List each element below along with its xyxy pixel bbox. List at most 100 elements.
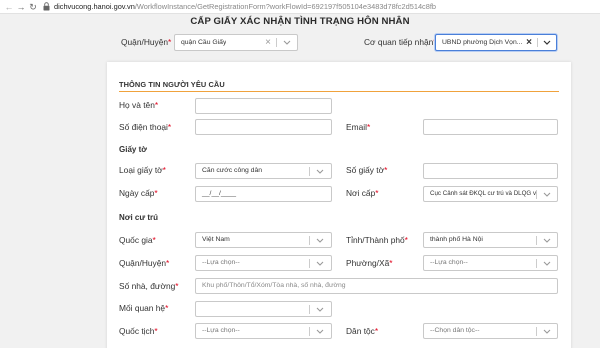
ward-label-text: Phường/Xã <box>346 258 390 268</box>
document-type-label: Loại giấy tờ* <box>119 165 166 175</box>
select-separator <box>309 259 310 268</box>
document-number-input[interactable] <box>423 163 558 179</box>
chevron-down-icon[interactable] <box>541 234 553 247</box>
phone-input[interactable] <box>195 119 332 135</box>
nationality-select[interactable]: --Lựa chọn-- <box>195 323 332 339</box>
required-mark: * <box>384 165 388 175</box>
full-name-input[interactable] <box>195 98 332 114</box>
issue-place-select[interactable]: Cục Cảnh sát ĐKQL cư trú và DLQG v... <box>423 186 558 202</box>
issue-date-label: Ngày cấp* <box>119 188 158 198</box>
ethnicity-select[interactable]: --Chọn dân tộc-- <box>423 323 558 339</box>
chevron-down-icon[interactable] <box>541 188 553 201</box>
nationality-label-text: Quốc tịch <box>119 326 155 336</box>
district-label-text: Quận/Huyện <box>121 37 169 47</box>
issue-place-label-text: Nơi cấp <box>346 188 376 198</box>
agency-label-text: Cơ quan tiếp nhận <box>364 37 434 47</box>
section-divider <box>119 91 559 92</box>
document-number-label: Số giấy tờ* <box>346 165 387 175</box>
residence-district-placeholder: --Lựa chọn-- <box>202 259 240 266</box>
country-value: Việt Nam <box>202 236 230 243</box>
chevron-down-icon[interactable] <box>541 36 553 49</box>
chevron-down-icon[interactable] <box>541 325 553 338</box>
ethnicity-label: Dân tộc* <box>346 326 378 336</box>
relationship-label: Mối quan hệ* <box>119 303 168 313</box>
chevron-down-icon[interactable] <box>314 303 326 316</box>
country-label-text: Quốc gia <box>119 235 153 245</box>
nationality-label: Quốc tịch* <box>119 326 158 336</box>
district-select[interactable]: quận Cầu Giấy × <box>174 34 298 51</box>
district-select-value: quận Cầu Giấy <box>181 39 227 46</box>
url-field[interactable]: dichvucong.hanoi.gov.vn/WorkflowInstance… <box>54 2 436 11</box>
back-arrow-icon[interactable]: ← <box>3 0 15 14</box>
select-separator <box>309 305 310 314</box>
chevron-down-icon[interactable] <box>281 36 293 49</box>
select-separator <box>536 259 537 268</box>
url-path: /WorkflowInstance/GetRegistrationForm?wo… <box>134 2 437 11</box>
country-select[interactable]: Việt Nam <box>195 232 332 248</box>
email-input[interactable] <box>423 119 558 135</box>
email-label-text: Email <box>346 122 367 132</box>
street-input[interactable]: Khu phố/Thôn/Tổ/Xóm/Tòa nhà, số nhà, đườ… <box>195 278 558 294</box>
issue-date-label-text: Ngày cấp <box>119 188 155 198</box>
required-mark: * <box>175 281 179 291</box>
select-separator <box>536 327 537 336</box>
select-separator <box>536 190 537 199</box>
required-mark: * <box>152 235 156 245</box>
chevron-down-icon[interactable] <box>314 325 326 338</box>
required-mark: * <box>374 326 379 336</box>
required-mark: * <box>154 326 158 336</box>
required-mark: * <box>389 258 393 268</box>
select-separator <box>309 327 310 336</box>
email-label: Email* <box>346 122 370 132</box>
district-label: Quận/Huyện* <box>121 37 171 47</box>
select-separator <box>537 38 538 47</box>
street-label-text: Số nhà, đường <box>119 281 176 291</box>
street-placeholder: Khu phố/Thôn/Tổ/Xóm/Tòa nhà, số nhà, đườ… <box>202 282 346 289</box>
issue-date-input[interactable]: __/__/____ <box>195 186 332 202</box>
agency-select-value: UBND phường Dịch Vọn... <box>442 39 522 46</box>
ward-label: Phường/Xã* <box>346 258 393 268</box>
residence-heading: Nơi cư trú <box>119 213 159 222</box>
required-mark: * <box>166 258 170 268</box>
required-mark: * <box>168 37 172 47</box>
relationship-select[interactable] <box>195 301 332 317</box>
full-name-label-text: Họ và tên <box>119 100 155 110</box>
clear-icon[interactable]: × <box>263 35 273 50</box>
required-mark: * <box>165 303 169 313</box>
lock-icon[interactable] <box>43 2 51 12</box>
reload-icon[interactable]: ↻ <box>27 0 39 14</box>
document-type-value: Căn cước công dân <box>202 167 263 174</box>
issue-place-label: Nơi cấp* <box>346 188 379 198</box>
document-type-label-text: Loại giấy tờ <box>119 165 163 175</box>
province-label-text: Tỉnh/Thành phố <box>346 235 405 245</box>
province-select[interactable]: thành phố Hà Nội <box>423 232 558 248</box>
required-mark: * <box>167 122 172 132</box>
select-separator <box>309 167 310 176</box>
browser-address-bar: ← → ↻ dichvucong.hanoi.gov.vn/WorkflowIn… <box>0 0 600 14</box>
forward-arrow-icon[interactable]: → <box>15 0 27 14</box>
agency-select[interactable]: UBND phường Dịch Vọn... × <box>435 34 557 51</box>
chevron-down-icon[interactable] <box>314 257 326 270</box>
select-separator <box>536 236 537 245</box>
district-field-label-text: Quận/Huyện <box>119 258 167 268</box>
province-value: thành phố Hà Nội <box>430 236 483 243</box>
required-mark: * <box>162 165 166 175</box>
issue-place-value: Cục Cảnh sát ĐKQL cư trú và DLQG v... <box>430 190 536 197</box>
document-number-label-text: Số giấy tờ <box>346 165 385 175</box>
document-type-select[interactable]: Căn cước công dân <box>195 163 332 179</box>
required-mark: * <box>366 122 371 132</box>
required-mark: * <box>375 188 379 198</box>
page-title: CẤP GIẤY XÁC NHẬN TÌNH TRẠNG HÔN NHÂN <box>190 16 410 27</box>
chevron-down-icon[interactable] <box>314 165 326 178</box>
chevron-down-icon[interactable] <box>541 257 553 270</box>
full-name-label: Họ và tên* <box>119 100 158 110</box>
district-field-label: Quận/Huyện* <box>119 258 169 268</box>
ward-select[interactable]: --Lựa chọn-- <box>423 255 558 271</box>
required-mark: * <box>154 188 158 198</box>
clear-icon[interactable]: × <box>524 35 534 50</box>
residence-district-select[interactable]: --Lựa chọn-- <box>195 255 332 271</box>
requester-form-card <box>107 62 571 348</box>
chevron-down-icon[interactable] <box>314 234 326 247</box>
country-label: Quốc gia* <box>119 235 156 245</box>
documents-heading: Giấy tờ <box>119 145 147 154</box>
